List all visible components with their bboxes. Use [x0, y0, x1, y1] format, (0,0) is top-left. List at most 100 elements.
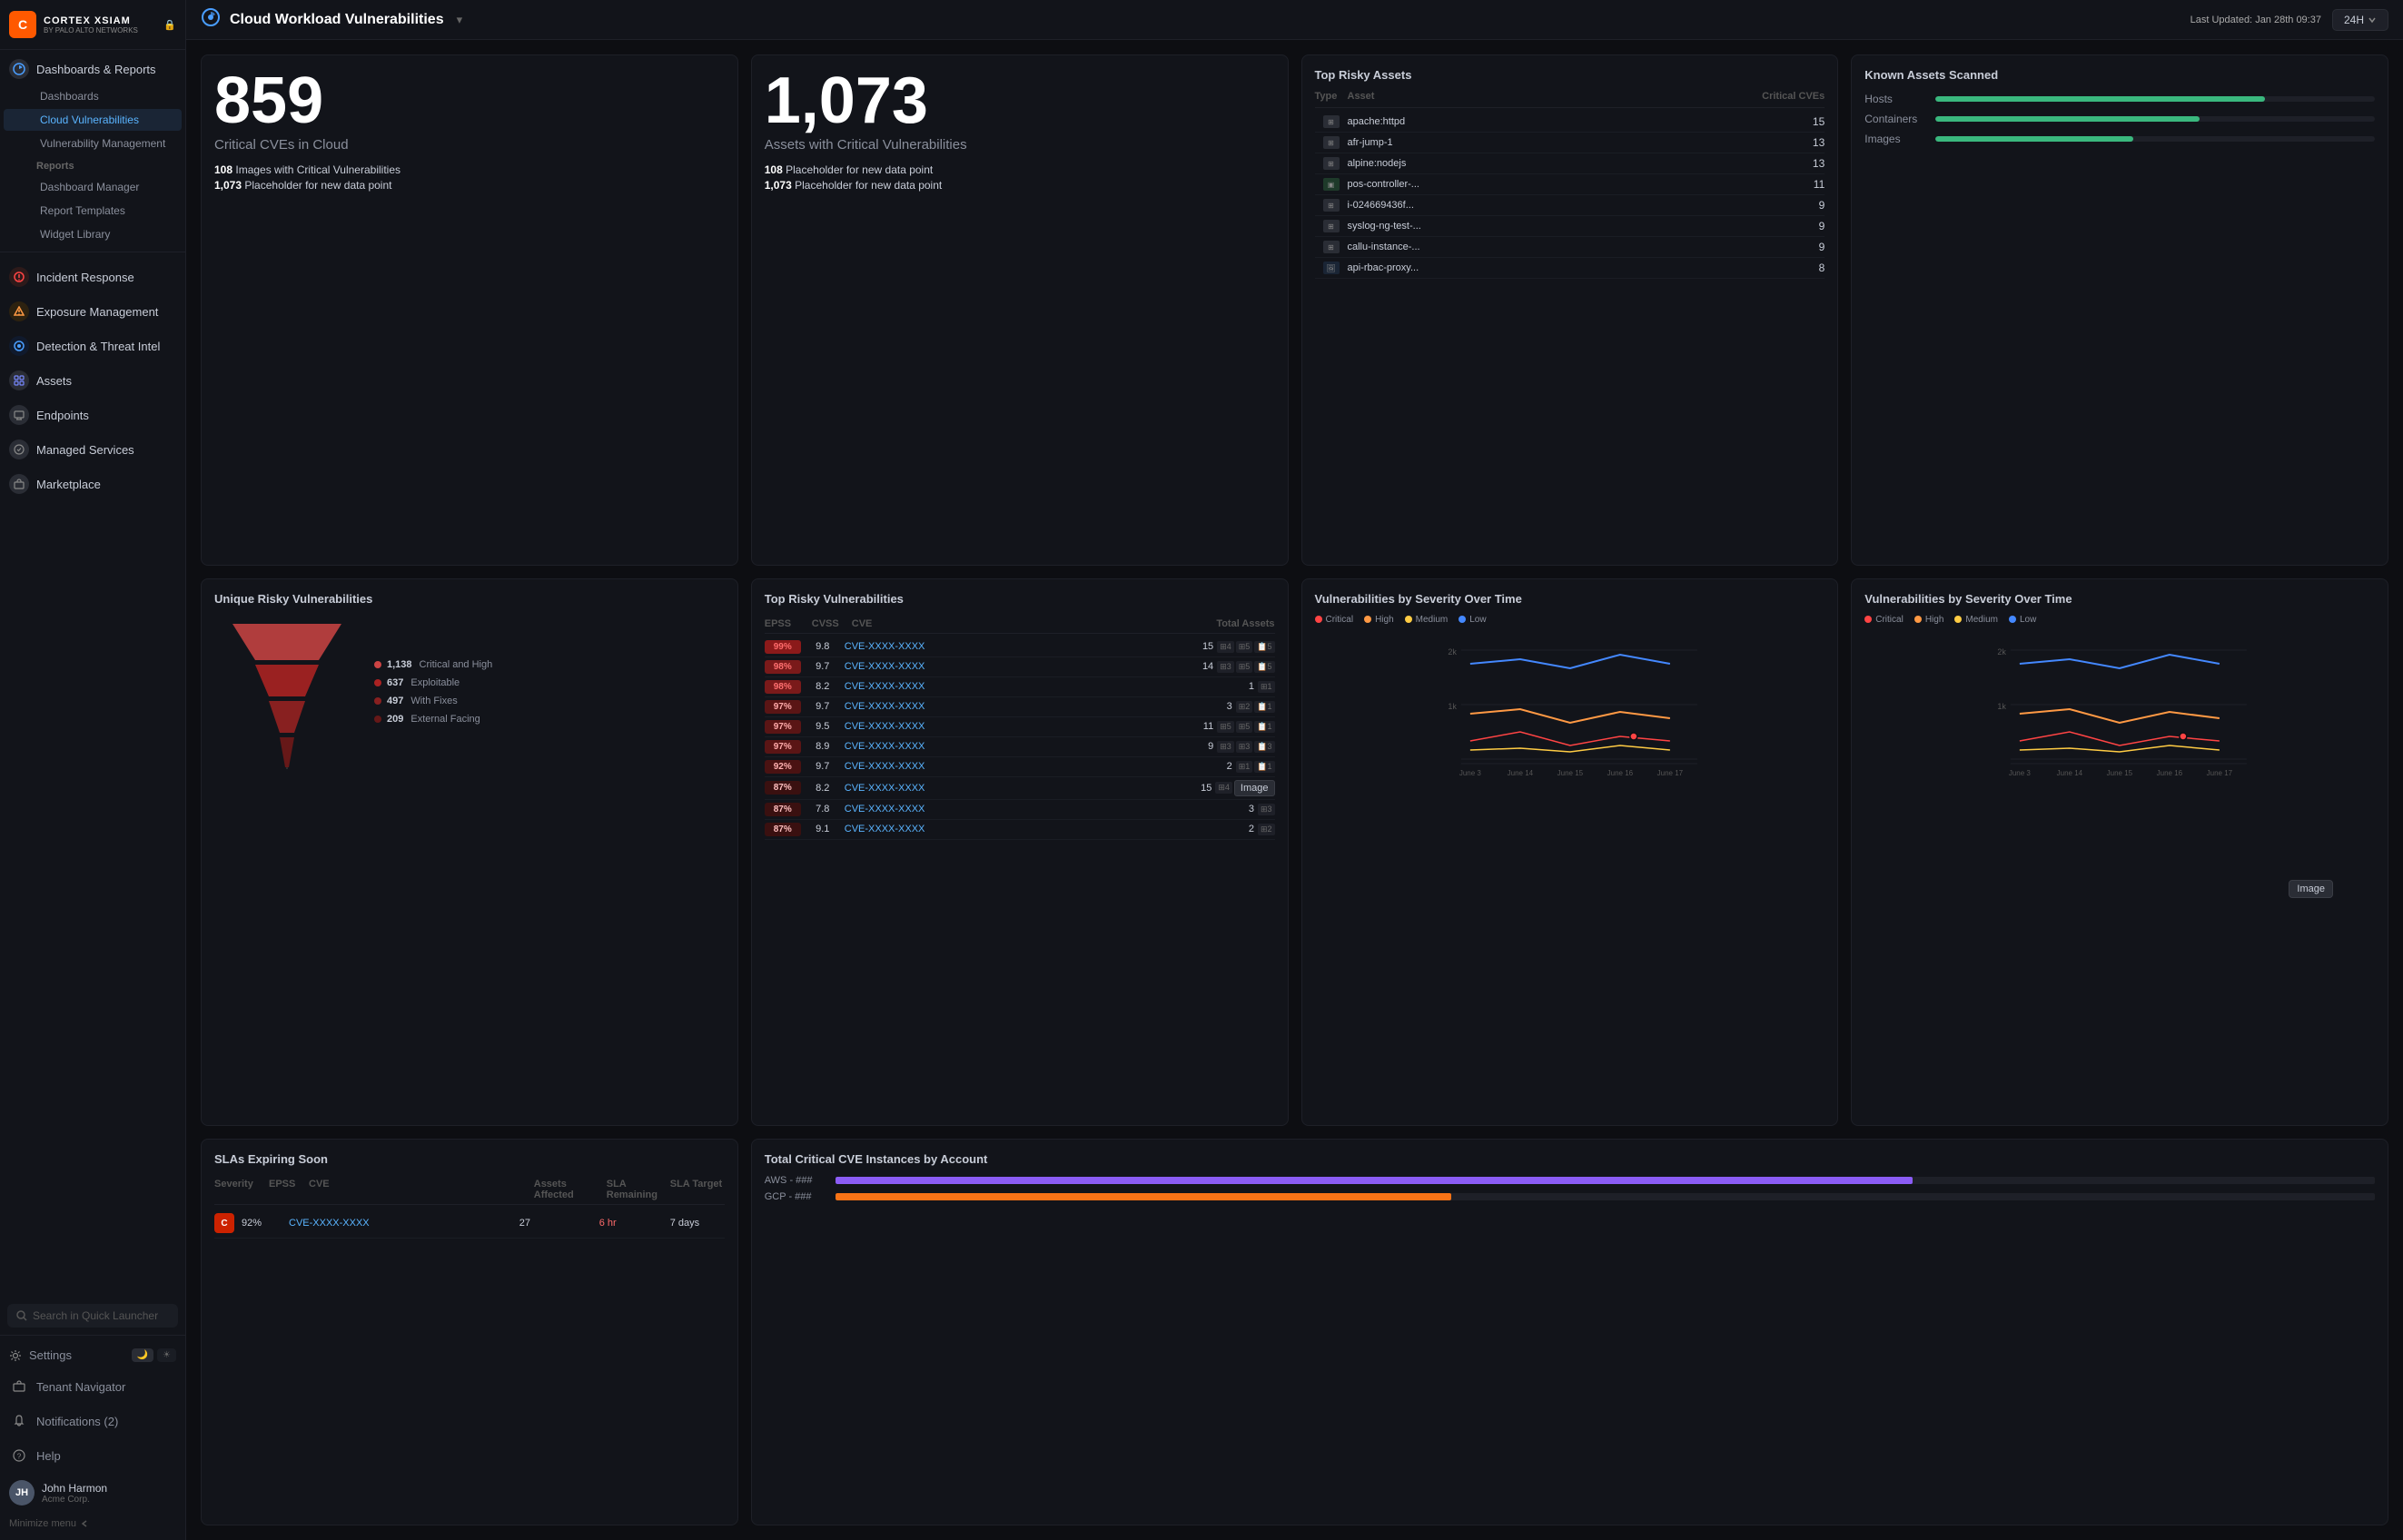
table-row[interactable]: 98% 9.7 CVE-XXXX-XXXX 14 ⊞3⊞5📋5	[765, 657, 1275, 677]
cvss-value: 7.8	[805, 804, 841, 814]
user-profile[interactable]: JH John Harmon Acme Corp.	[0, 1473, 185, 1513]
table-row[interactable]: 98% 8.2 CVE-XXXX-XXXX 1 ⊞1	[765, 677, 1275, 697]
time-range-selector[interactable]: 24H	[2332, 9, 2388, 31]
asset-name: i-024669436f...	[1348, 200, 1753, 211]
table-row[interactable]: 97% 8.9 CVE-XXXX-XXXX 9 ⊞3⊞3📋3	[765, 737, 1275, 757]
cvss-value: 9.8	[805, 641, 841, 652]
sidebar-item-detection[interactable]: Detection & Threat Intel	[0, 327, 185, 361]
col-type: Type	[1315, 91, 1348, 102]
cve-id[interactable]: CVE-XXXX-XXXX	[845, 701, 1202, 712]
cvss-value: 9.1	[805, 824, 841, 834]
settings-item[interactable]: Settings 🌙 ☀	[0, 1341, 185, 1369]
sla-col-cve: CVE	[309, 1179, 534, 1200]
marketplace-label: Marketplace	[36, 478, 101, 491]
assets-label: Assets	[36, 374, 72, 388]
cve-id[interactable]: CVE-XXXX-XXXX	[845, 741, 1182, 752]
list-item[interactable]: ▣ pos-controller-... 11	[1315, 174, 1825, 195]
tenant-label: Tenant Navigator	[36, 1380, 125, 1394]
table-row[interactable]: 97% 9.5 CVE-XXXX-XXXX 11 ⊞5⊞5📋1	[765, 717, 1275, 737]
list-item[interactable]: ⊞ apache:httpd 15	[1315, 112, 1825, 133]
cve-id[interactable]: CVE-XXXX-XXXX	[845, 761, 1202, 772]
assets-count: 1	[1227, 681, 1254, 692]
endpoints-icon	[9, 405, 29, 425]
progress-hosts: Hosts	[1864, 93, 2375, 105]
tenant-navigator-item[interactable]: Tenant Navigator	[0, 1369, 185, 1404]
theme-toggle: 🌙 ☀	[132, 1348, 176, 1362]
asset-name: api-rbac-proxy...	[1348, 262, 1753, 273]
cve-id[interactable]: CVE-XXXX-XXXX	[845, 681, 1223, 692]
list-item[interactable]: ⊞ alpine:nodejs 13	[1315, 153, 1825, 174]
cvss-value: 8.9	[805, 741, 841, 752]
assets-count: 3	[1205, 701, 1232, 712]
sidebar-item-marketplace[interactable]: Marketplace	[0, 465, 185, 499]
table-row[interactable]: 87% 9.1 CVE-XXXX-XXXX 2 ⊞2	[765, 820, 1275, 840]
assets-count: 15	[1186, 641, 1213, 652]
sidebar-item-vuln-mgmt[interactable]: Vulnerability Management	[4, 133, 182, 154]
funnel-chart	[214, 615, 360, 769]
table-row[interactable]: 97% 9.7 CVE-XXXX-XXXX 3 ⊞2📋1	[765, 697, 1275, 717]
cve-id[interactable]: CVE-XXXX-XXXX	[845, 824, 1223, 834]
table-row[interactable]: C 92% CVE-XXXX-XXXX 27 6 hr 7 days	[214, 1209, 725, 1239]
unique-risky-card: Unique Risky Vulnerabilities 1,138 Cr	[201, 578, 738, 1127]
list-item[interactable]: ⊞ syslog-ng-test-... 9	[1315, 216, 1825, 237]
table-row[interactable]: 87% 7.8 CVE-XXXX-XXXX 3 ⊞3	[765, 800, 1275, 820]
cve-id[interactable]: CVE-XXXX-XXXX	[845, 804, 1223, 814]
known-assets-title: Known Assets Scanned	[1864, 68, 2375, 82]
brand-name: CORTEX XSIAM	[44, 15, 138, 26]
severity-over-time-card: Vulnerabilities by Severity Over Time Cr…	[1301, 578, 1839, 1127]
list-item[interactable]: ⊞ callu-instance-... 9	[1315, 237, 1825, 258]
sidebar-item-endpoints[interactable]: Endpoints	[0, 396, 185, 430]
brand-sub: BY PALO ALTO NETWORKS	[44, 26, 138, 35]
funnel-item-fixes: 497 With Fixes	[374, 696, 492, 706]
list-item[interactable]: ⊞ i-024669436f... 9	[1315, 195, 1825, 216]
cve-id[interactable]: CVE-XXXX-XXXX	[845, 661, 1182, 672]
epss-badge: 97%	[765, 720, 801, 734]
sidebar-item-exposure[interactable]: Exposure Management	[0, 292, 185, 327]
asset-cves: 15	[1752, 115, 1824, 128]
sla-title: SLAs Expiring Soon	[214, 1152, 725, 1166]
sidebar-item-dashboards-sub[interactable]: Dashboards	[4, 85, 182, 107]
epss-badge: 97%	[765, 700, 801, 714]
list-item[interactable]: 🖼 api-rbac-proxy... 8	[1315, 258, 1825, 279]
sidebar-item-incident[interactable]: Incident Response	[0, 258, 185, 292]
sidebar-item-assets[interactable]: Assets	[0, 361, 185, 396]
sidebar-item-cloud-vulns[interactable]: Cloud Vulnerabilities	[4, 109, 182, 131]
sidebar-item-dashboard-manager[interactable]: Dashboard Manager	[4, 176, 182, 198]
exposure-icon	[9, 301, 29, 321]
funnel-item-critical: 1,138 Critical and High	[374, 659, 492, 670]
table-row[interactable]: 87% 8.2 CVE-XXXX-XXXX 15 ⊞4 Image	[765, 777, 1275, 800]
managed-icon	[9, 439, 29, 459]
asset-cves: 11	[1752, 178, 1824, 191]
epss-badge: 99%	[765, 640, 801, 654]
svg-text:June 17: June 17	[1656, 769, 1683, 777]
notifications-item[interactable]: Notifications (2)	[0, 1404, 185, 1438]
sidebar-item-managed[interactable]: Managed Services	[0, 430, 185, 465]
cve-id[interactable]: CVE-XXXX-XXXX	[289, 1218, 512, 1229]
dashboard-content: 859 Critical CVEs in Cloud 108 Images wi…	[186, 40, 2403, 1540]
chevron-down-icon	[2368, 15, 2377, 25]
table-row[interactable]: 92% 9.7 CVE-XXXX-XXXX 2 ⊞1📋1	[765, 757, 1275, 777]
page-dropdown-icon[interactable]: ▾	[457, 13, 463, 27]
user-org: Acme Corp.	[42, 1495, 107, 1505]
sidebar-item-report-templates[interactable]: Report Templates	[4, 200, 182, 222]
sidebar-item-dashboards[interactable]: Dashboards & Reports	[0, 50, 185, 84]
cve-id[interactable]: CVE-XXXX-XXXX	[845, 721, 1182, 732]
dark-mode-btn[interactable]: 🌙	[132, 1348, 153, 1362]
svg-text:June 14: June 14	[1507, 769, 1533, 777]
cve-id[interactable]: CVE-XXXX-XXXX	[845, 641, 1182, 652]
minimize-menu-btn[interactable]: Minimize menu	[0, 1513, 185, 1535]
sidebar-group-customize[interactable]: Reports	[0, 155, 185, 175]
help-item[interactable]: ? Help	[0, 1438, 185, 1473]
col-asset: Asset	[1348, 91, 1753, 102]
assets-critical-sub1: 108 Placeholder for new data point	[765, 163, 1275, 176]
quick-launcher-search[interactable]: Search in Quick Launcher	[7, 1304, 178, 1328]
list-item[interactable]: ⊞ afr-jump-1 13	[1315, 133, 1825, 153]
cve-id[interactable]: CVE-XXXX-XXXX	[845, 783, 1182, 794]
page-icon	[201, 7, 221, 32]
search-icon	[16, 1310, 27, 1321]
table-row[interactable]: 99% 9.8 CVE-XXXX-XXXX 15 ⊞4⊞5📋5	[765, 637, 1275, 657]
svg-text:June 3: June 3	[1459, 769, 1481, 777]
unique-risky-title: Unique Risky Vulnerabilities	[214, 592, 725, 606]
light-mode-btn[interactable]: ☀	[157, 1348, 176, 1362]
sidebar-item-widget-library[interactable]: Widget Library	[4, 223, 182, 245]
